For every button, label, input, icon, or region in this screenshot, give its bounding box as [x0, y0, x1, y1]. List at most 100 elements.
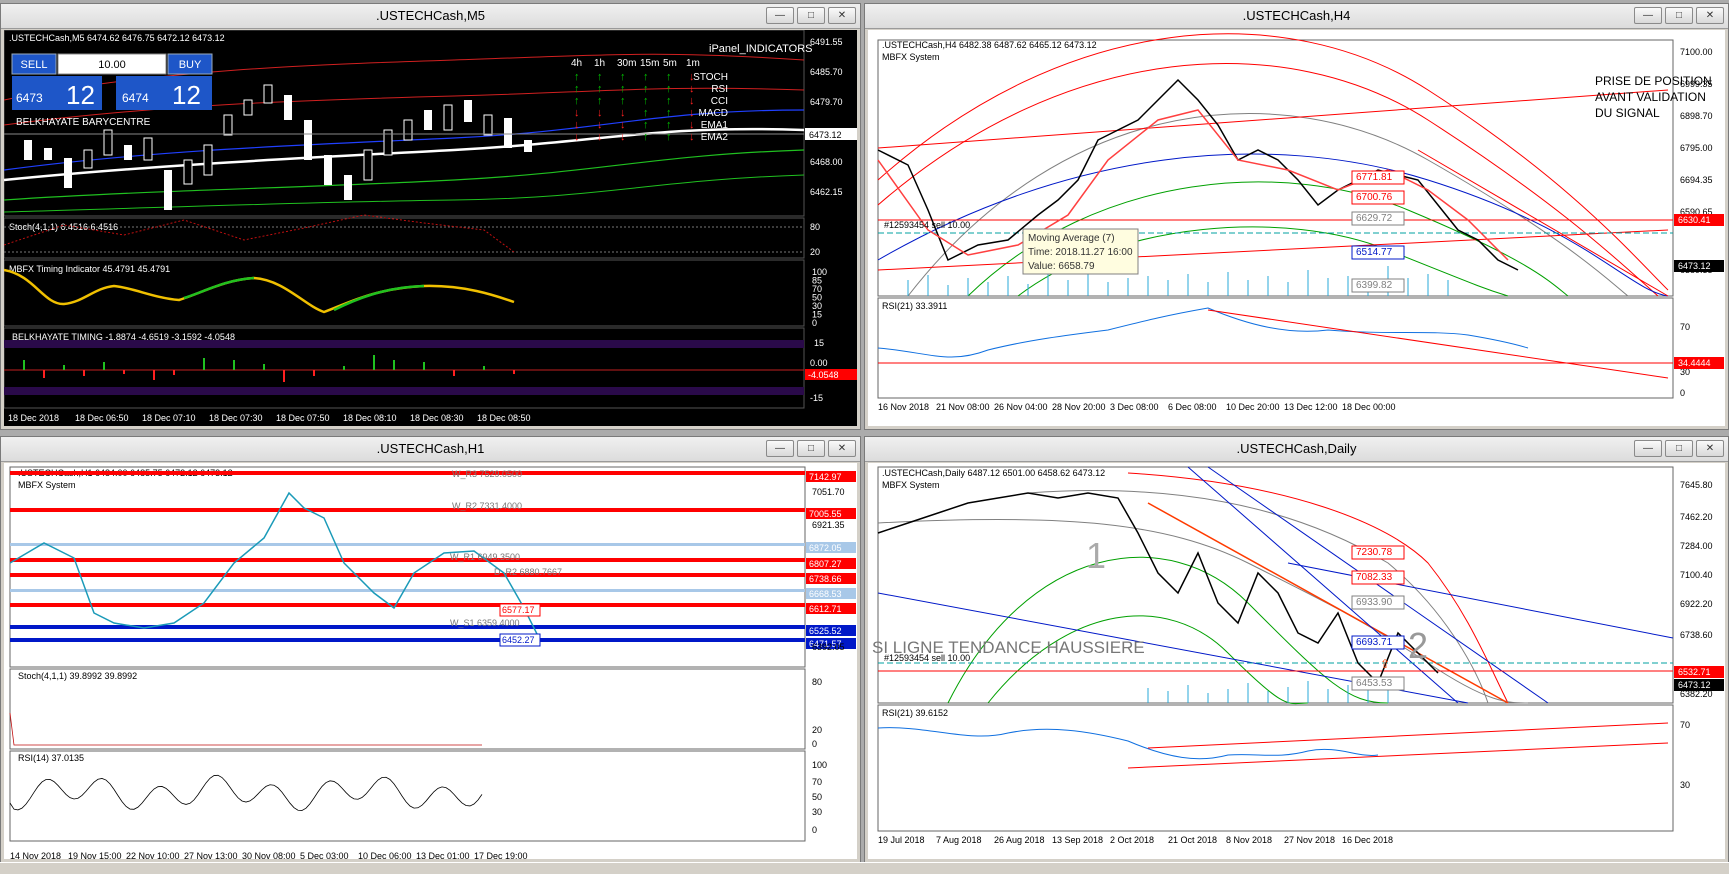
taskbar — [0, 862, 1729, 874]
chart-area[interactable]: .USTECHCash,H1 6484.00 6485.75 6472.12 6… — [4, 463, 857, 859]
level-value: 6629.72 — [1356, 213, 1393, 224]
window-titlebar[interactable]: .USTECHCash,H1 — □ ✕ — [1, 437, 860, 462]
arrow-down-icon: ↓ — [574, 119, 580, 131]
time-axis: 19 Jul 2018 7 Aug 2018 26 Aug 2018 13 Sep 2… — [878, 835, 1393, 845]
sell-price-small: 6473 — [16, 91, 43, 105]
level-value: 6933.90 — [1356, 597, 1393, 608]
price-tick: 6795.00 — [1680, 143, 1713, 153]
rsi-red-tag: 34.4444 — [1678, 358, 1711, 368]
indicator-row-label: CCI — [711, 96, 728, 107]
window-titlebar[interactable]: .USTECHCash,Daily — □ ✕ — [865, 437, 1728, 462]
level-value: 6872.05 — [809, 543, 842, 553]
time-label: 27 Nov 13:00 — [184, 851, 238, 859]
time-axis: 16 Nov 2018 21 Nov 08:00 26 Nov 04:00 28 No… — [878, 402, 1396, 412]
level-value: 6452.27 — [502, 635, 535, 645]
order-label: #12593454 sell 10.00 — [884, 653, 970, 663]
rsi-tick: 50 — [812, 792, 822, 802]
level-value: 6738.66 — [809, 574, 842, 584]
arrow-up-icon: ↑ — [666, 95, 672, 107]
close-button[interactable]: ✕ — [828, 440, 856, 457]
maximize-button[interactable]: □ — [797, 7, 825, 24]
chart-header: .USTECHCash,M5 6474.62 6476.75 6472.12 6… — [9, 33, 225, 43]
minimize-button[interactable]: — — [1634, 440, 1662, 457]
arrow-up-icon: ↑ — [597, 71, 603, 83]
price-scale: 7100.006999.356898.706795.006694.356590.… — [1680, 47, 1713, 275]
rsi-tick: 70 — [812, 777, 822, 787]
level-value: 7142.97 — [809, 472, 842, 482]
chart-area[interactable]: .USTECHCash,Daily 6487.12 6501.00 6458.6… — [868, 463, 1725, 859]
level-value: 6399.82 — [1356, 280, 1393, 291]
minimize-button[interactable]: — — [766, 7, 794, 24]
close-button[interactable]: ✕ — [1696, 440, 1724, 457]
rsi-scale: 100 70 50 30 0 — [812, 760, 827, 835]
time-axis: 14 Nov 2018 19 Nov 15:00 22 Nov 10:00 27 No… — [10, 851, 528, 859]
order-label: #12593454 sell 10.00 — [884, 220, 970, 230]
price-tick: 6468.00 — [810, 157, 843, 167]
arrow-down-icon: ↓ — [689, 119, 695, 131]
timeframe-label: 5m — [663, 58, 677, 69]
level-value: 6514.77 — [1356, 247, 1393, 258]
window-h4[interactable]: .USTECHCash,H4 — □ ✕ .USTECHCash,H4 6482… — [864, 3, 1729, 430]
price-tick: 6462.15 — [810, 187, 843, 197]
time-label: 30 Nov 08:00 — [242, 851, 296, 859]
level-value: 6525.52 — [809, 626, 842, 636]
maximize-button[interactable]: □ — [797, 440, 825, 457]
indicator-row-label: EMA2 — [701, 132, 729, 143]
pivot-label: W_R2 7331.4000 — [452, 501, 522, 511]
price-tick: 6921.35 — [812, 520, 845, 530]
close-button[interactable]: ✕ — [828, 7, 856, 24]
chart-header: .USTECHCash,Daily 6487.12 6501.00 6458.6… — [882, 468, 1105, 478]
indicator-row-label: RSI — [711, 84, 728, 95]
chart-area[interactable]: SELL 10.00 BUY 6473 12 6474 12 BELKHAYAT… — [4, 30, 857, 426]
indicator-row-label: EMA1 — [701, 120, 729, 131]
minimize-button[interactable]: — — [1634, 7, 1662, 24]
window-title: .USTECHCash,M5 — [375, 8, 486, 23]
price-tick: 6898.70 — [1680, 111, 1713, 121]
window-daily[interactable]: .USTECHCash,Daily — □ ✕ .USTECHCash,Dail… — [864, 436, 1729, 863]
rsi-tick: 70 — [1680, 322, 1690, 332]
arrow-up-icon: ↑ — [643, 95, 649, 107]
time-label: 17 Dec 19:00 — [474, 851, 528, 859]
time-label: 2 Oct 2018 — [1110, 835, 1154, 845]
system-label: MBFX System — [882, 480, 940, 490]
window-h1[interactable]: .USTECHCash,H1 — □ ✕ .USTECHCash,H1 6484… — [0, 436, 861, 863]
arrow-up-icon: ↑ — [643, 83, 649, 95]
window-titlebar[interactable]: .USTECHCash,M5 — □ ✕ — [1, 4, 860, 29]
minimize-button[interactable]: — — [766, 440, 794, 457]
belk-current-tag: -4.0548 — [808, 370, 839, 380]
close-button[interactable]: ✕ — [1696, 7, 1724, 24]
maximize-button[interactable]: □ — [1665, 7, 1693, 24]
arrow-up-icon: ↑ — [643, 119, 649, 131]
time-label: 18 Dec 07:10 — [142, 413, 196, 423]
time-label: 18 Dec 07:30 — [209, 413, 263, 423]
red-price-tag: 6532.71 — [1678, 667, 1711, 677]
chart-area[interactable]: .USTECHCash,H4 6482.38 6487.62 6465.12 6… — [868, 30, 1725, 426]
price-tick: 7051.70 — [812, 487, 845, 497]
price-tick: 7100.00 — [1680, 47, 1713, 57]
arrow-down-icon: ↓ — [689, 131, 695, 143]
lot-size-input[interactable]: 10.00 — [98, 59, 126, 71]
time-label: 13 Dec 01:00 — [416, 851, 470, 859]
arrow-down-icon: ↓ — [689, 107, 695, 119]
stoch-tick: 0 — [812, 739, 817, 749]
wave-label-2: 2 — [1408, 625, 1428, 666]
arrow-up-icon: ↑ — [620, 83, 626, 95]
timeframe-label: 30m — [617, 58, 636, 69]
window-titlebar[interactable]: .USTECHCash,H4 — □ ✕ — [865, 4, 1728, 29]
price-tick: 6392.05 — [812, 642, 845, 652]
arrow-up-icon: ↑ — [666, 107, 672, 119]
time-label: 21 Nov 08:00 — [936, 402, 990, 412]
time-label: 18 Dec 07:50 — [276, 413, 330, 423]
price-scale: 6491.55 6485.70 6479.70 6468.00 6462.15 — [810, 37, 843, 197]
window-m5[interactable]: .USTECHCash,M5 — □ ✕ SELL 10.00 BUY 6473… — [0, 3, 861, 430]
price-tick: 6694.35 — [1680, 175, 1713, 185]
sell-button[interactable]: SELL — [21, 59, 48, 71]
timeframe-label: 1h — [594, 58, 605, 69]
rsi-tick: 30 — [1680, 780, 1690, 790]
price-tick: 6922.20 — [1680, 599, 1713, 609]
arrow-down-icon: ↓ — [597, 107, 603, 119]
buy-button[interactable]: BUY — [179, 59, 202, 71]
time-label: 7 Aug 2018 — [936, 835, 982, 845]
level-value: 6700.76 — [1356, 192, 1393, 203]
maximize-button[interactable]: □ — [1665, 440, 1693, 457]
